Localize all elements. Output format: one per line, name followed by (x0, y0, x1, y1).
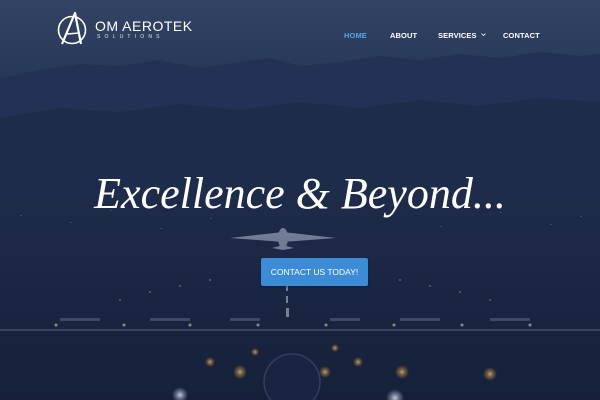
hero-page: OM AEROTEK SOLUTIONS HOME ABOUT SERVICES… (0, 0, 600, 400)
brand-logo[interactable]: OM AEROTEK SOLUTIONS (55, 8, 193, 50)
nav-item-services[interactable]: SERVICES (438, 30, 486, 42)
nav-item-about[interactable]: ABOUT (390, 30, 417, 42)
nav-item-home[interactable]: HOME (344, 30, 367, 42)
main-nav: HOME ABOUT SERVICES CONTACT (0, 30, 600, 42)
logo-a-circle-icon (57, 11, 87, 45)
nav-item-contact[interactable]: CONTACT (503, 30, 540, 42)
nav-item-services-label: SERVICES (438, 31, 477, 40)
hero-title: Excellence & Beyond... (94, 169, 506, 218)
contact-us-button[interactable]: CONTACT US TODAY! (261, 258, 368, 286)
chevron-down-icon (480, 33, 486, 37)
